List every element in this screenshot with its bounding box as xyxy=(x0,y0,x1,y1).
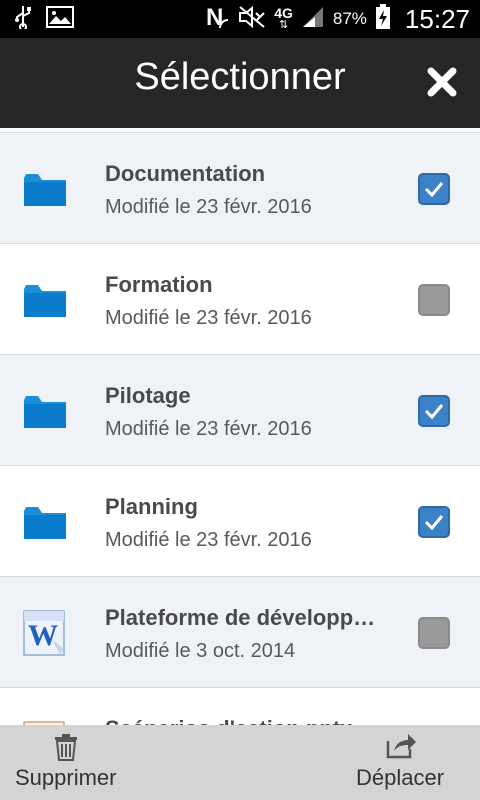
folder-icon xyxy=(22,281,68,321)
status-bar-left xyxy=(14,5,74,34)
item-checkbox[interactable] xyxy=(418,284,450,316)
item-checkbox[interactable] xyxy=(418,506,450,538)
delete-button[interactable]: Supprimer xyxy=(0,725,140,800)
close-icon xyxy=(427,67,457,97)
usb-icon xyxy=(14,5,32,34)
network-type: 4G ⇅ xyxy=(274,5,293,31)
checkmark-icon xyxy=(424,404,444,420)
checkmark-icon xyxy=(424,182,444,198)
app-bar: Sélectionner xyxy=(0,38,480,128)
checkmark-icon xyxy=(424,515,444,531)
file-list[interactable]: Documentation Modifié le 23 févr. 2016 F… xyxy=(0,128,480,725)
bottom-action-bar: Supprimer Déplacer xyxy=(0,725,480,800)
clock: 15:27 xyxy=(404,3,470,34)
list-item-pilotage[interactable]: Pilotage Modifié le 23 févr. 2016 xyxy=(0,355,480,466)
mute-icon xyxy=(238,5,266,34)
item-title: Planning xyxy=(105,494,198,519)
word-document-icon: W xyxy=(22,609,68,656)
nfc-icon: N xyxy=(206,4,230,35)
list-item-scenarios[interactable]: Scénarios d'action pptx xyxy=(0,688,480,725)
battery-charging-icon xyxy=(375,3,391,35)
item-title: Formation xyxy=(105,272,213,297)
item-checkbox[interactable] xyxy=(418,395,450,427)
page-title: Sélectionner xyxy=(134,56,346,98)
list-item-planning[interactable]: Planning Modifié le 23 févr. 2016 xyxy=(0,466,480,577)
item-title: Documentation xyxy=(105,161,266,186)
delete-label: Supprimer xyxy=(15,765,117,790)
folder-icon xyxy=(22,170,68,210)
item-title: Scénarios d'action pptx xyxy=(105,716,352,725)
image-icon xyxy=(46,5,74,33)
item-modified-date: Modifié le 23 févr. 2016 xyxy=(105,529,312,551)
battery-percent: 87% xyxy=(332,9,367,28)
svg-text:W: W xyxy=(28,619,58,652)
move-button[interactable]: Déplacer xyxy=(350,725,480,800)
status-bar: N 4G ⇅ 87% 15:27 xyxy=(0,0,480,38)
share-arrow-icon xyxy=(386,731,418,764)
signal-icon xyxy=(301,5,325,34)
item-modified-date: Modifié le 23 févr. 2016 xyxy=(105,196,312,218)
item-checkbox[interactable] xyxy=(418,617,450,649)
item-title: Plateforme de développ… xyxy=(105,605,376,630)
list-item-formation[interactable]: Formation Modifié le 23 févr. 2016 xyxy=(0,244,480,355)
item-title: Pilotage xyxy=(105,383,191,408)
trash-icon xyxy=(54,733,78,766)
folder-icon xyxy=(22,503,68,543)
item-modified-date: Modifié le 23 févr. 2016 xyxy=(105,418,312,440)
close-button[interactable] xyxy=(426,66,458,98)
list-item-plateforme[interactable]: W Plateforme de développ… Modifié le 3 o… xyxy=(0,577,480,688)
list-item-documentation[interactable]: Documentation Modifié le 23 févr. 2016 xyxy=(0,133,480,244)
item-checkbox[interactable] xyxy=(418,173,450,205)
folder-icon xyxy=(22,392,68,432)
move-label: Déplacer xyxy=(356,765,445,790)
item-modified-date: Modifié le 23 févr. 2016 xyxy=(105,307,312,329)
status-bar-right: N 4G ⇅ 87% 15:27 xyxy=(206,0,470,38)
item-modified-date: Modifié le 3 oct. 2014 xyxy=(105,640,296,662)
